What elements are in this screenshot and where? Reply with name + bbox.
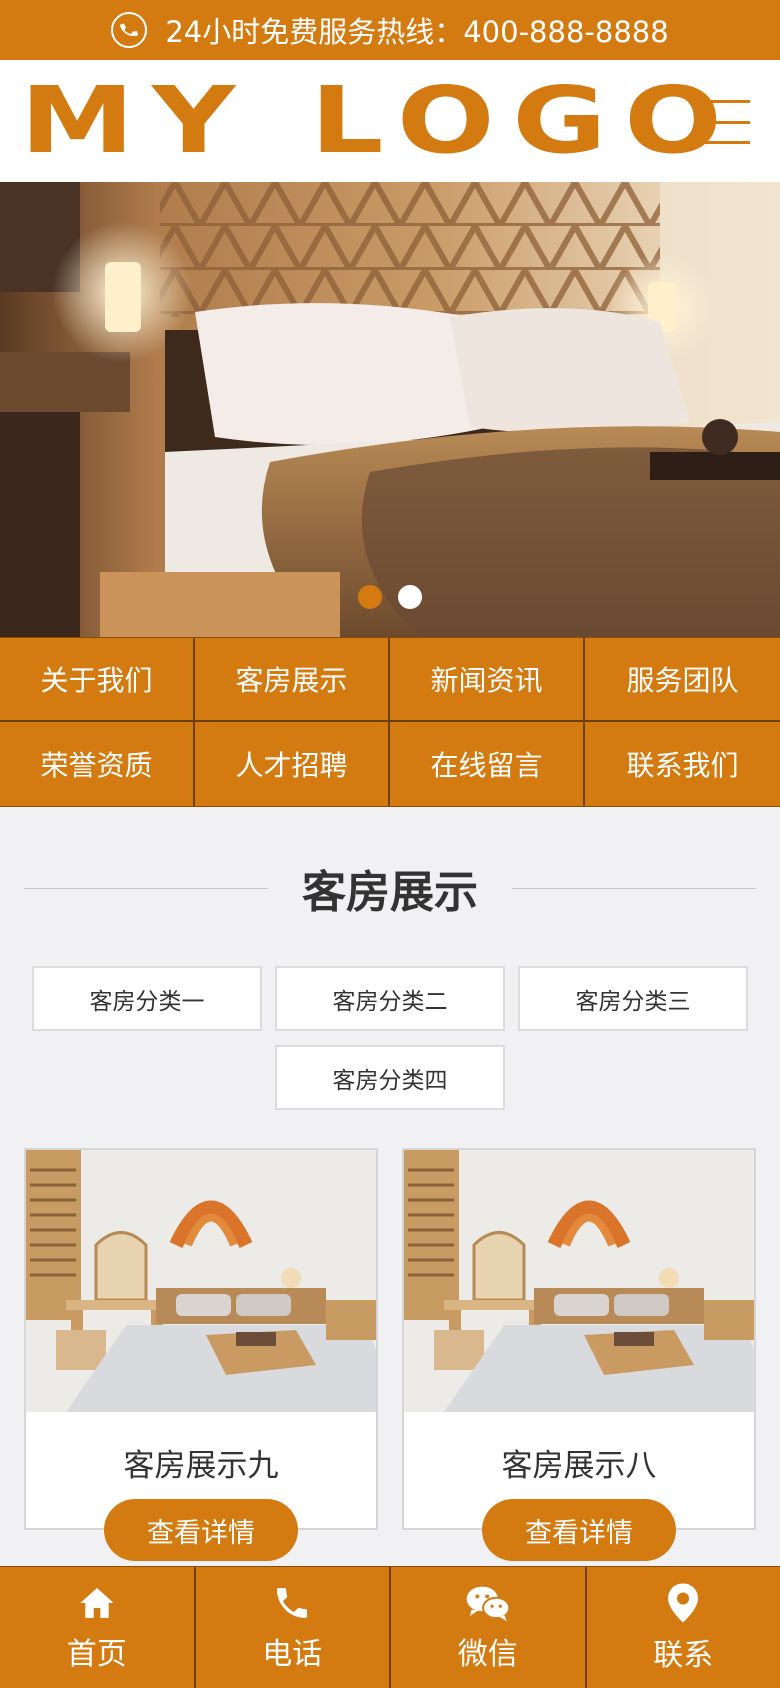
nav-item-news[interactable]: 新闻资讯 [390,638,585,722]
category-button-3[interactable]: 客房分类三 [518,966,748,1031]
view-details-button[interactable]: 查看详情 [482,1499,676,1561]
divider-right [512,887,756,889]
hotline-text[interactable]: 24小时免费服务热线：400-888-8888 [165,9,668,51]
nav-item-message[interactable]: 在线留言 [390,722,585,806]
product-name[interactable]: 客房展示八 [404,1440,754,1485]
category-button-2[interactable]: 客房分类二 [275,966,505,1031]
phone-icon [111,12,148,48]
nav-item-contact[interactable]: 联系我们 [585,722,780,806]
tab-contact[interactable]: 联系 [587,1567,780,1688]
nav-item-honors[interactable]: 荣誉资质 [0,722,195,806]
product-card[interactable]: 客房展示八 查看详情 [402,1148,756,1561]
divider-left [24,887,268,889]
carousel-dot-2[interactable] [398,585,422,609]
phone-icon [272,1583,312,1623]
home-icon [76,1583,118,1623]
tab-wechat[interactable]: 微信 [391,1567,587,1688]
view-details-button[interactable]: 查看详情 [104,1499,298,1561]
section-heading: 客房展示 [24,858,756,918]
hotline-bar: 24小时免费服务热线：400-888-8888 [0,0,780,60]
nav-item-careers[interactable]: 人才招聘 [195,722,390,806]
location-pin-icon [665,1582,701,1624]
product-image[interactable] [404,1150,754,1412]
section-title: 客房展示 [302,867,478,918]
tab-label: 联系 [653,1637,714,1673]
main-nav: 关于我们 客房展示 新闻资讯 服务团队 荣誉资质 人才招聘 在线留言 联系我们 [0,637,780,807]
category-button-4[interactable]: 客房分类四 [275,1045,505,1110]
category-button-1[interactable]: 客房分类一 [32,966,262,1031]
product-name[interactable]: 客房展示九 [26,1440,376,1485]
product-card[interactable]: 客房展示九 查看详情 [24,1148,378,1561]
tab-home[interactable]: 首页 [0,1567,196,1688]
tab-label: 首页 [66,1636,127,1672]
wechat-icon [465,1583,511,1623]
product-image[interactable] [26,1150,376,1412]
bedroom-photo [0,182,780,637]
nav-item-rooms[interactable]: 客房展示 [195,638,390,722]
site-header: MY LOGO [0,60,780,182]
tab-label: 微信 [457,1636,518,1672]
carousel-dots [0,585,780,609]
hamburger-menu-icon[interactable] [700,100,750,144]
nav-item-team[interactable]: 服务团队 [585,638,780,722]
site-logo[interactable]: MY LOGO [20,75,739,167]
tab-label: 电话 [262,1636,323,1672]
tab-phone[interactable]: 电话 [196,1567,391,1688]
nav-item-about[interactable]: 关于我们 [0,638,195,722]
hero-banner[interactable] [0,182,780,637]
bottom-nav: 首页 电话 微信 联系 [0,1566,780,1688]
carousel-dot-1[interactable] [358,585,382,609]
